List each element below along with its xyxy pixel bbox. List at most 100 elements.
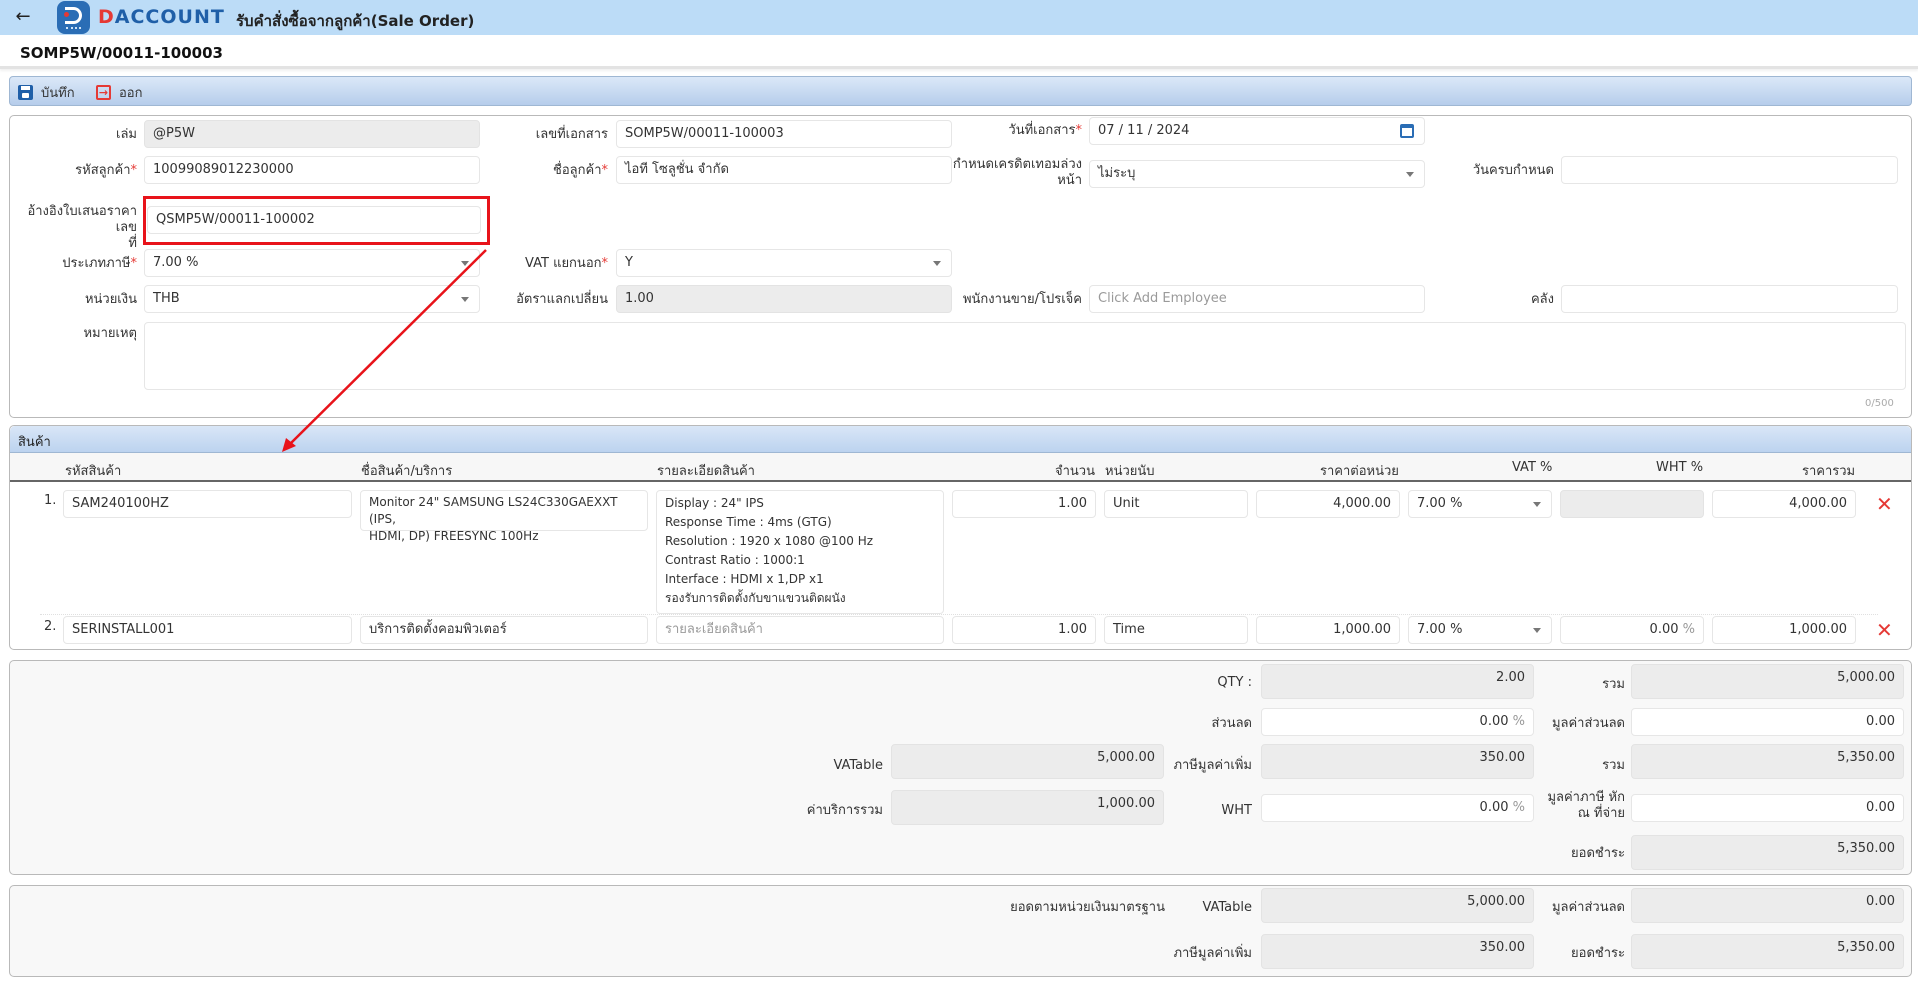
- customer-name-field[interactable]: ไอที โซลูชั่น จำกัด: [616, 156, 952, 184]
- warehouse-label: คลัง: [1530, 292, 1554, 307]
- base-net-payable-label: ยอดชำระ: [1571, 946, 1625, 961]
- product-details-field[interactable]: รายละเอียดสินค้า: [656, 616, 944, 644]
- wht-field: [1560, 490, 1704, 518]
- save-button[interactable]: บันทึก: [18, 82, 75, 102]
- products-table-header: รหัสสินค้า ชื่อสินค้า/บริการ รายละเอียดส…: [10, 453, 1911, 482]
- vat-separate-label: VAT แยกนอก*: [525, 256, 608, 271]
- product-details-field[interactable]: Display : 24" IPS Response Time : 4ms (G…: [656, 490, 944, 614]
- back-arrow-icon[interactable]: ←: [12, 6, 34, 28]
- doc-no-label: เลขที่เอกสาร: [535, 127, 608, 142]
- subtotal-label: รวม: [1602, 677, 1625, 692]
- service-total-label: ค่าบริการรวม: [806, 803, 883, 818]
- grand-total-field: 5,350.00: [1631, 744, 1904, 779]
- base-currency-title: ยอดตามหน่วยเงินมาตรฐาน: [1010, 900, 1165, 915]
- due-date-field[interactable]: [1561, 156, 1898, 184]
- app-header: ← DACCOUNT รับคำสั่งซื้อจากลูกค้า(Sale O…: [0, 0, 1918, 35]
- product-name-field[interactable]: บริการติดตั้งคอมพิวเตอร์: [360, 616, 648, 644]
- col-header-wht: WHT %: [1656, 460, 1704, 475]
- save-label: บันทึก: [41, 85, 75, 101]
- base-vat-amount-field: 350.00: [1261, 934, 1534, 969]
- credit-term-value: ไม่ระบุ: [1098, 166, 1136, 181]
- col-header-name: ชื่อสินค้า/บริการ: [361, 464, 453, 479]
- note-char-counter: 0/500: [1865, 398, 1894, 409]
- qty-field[interactable]: 1.00: [952, 616, 1096, 644]
- document-title-bar: SOMP5W/00011-100003: [0, 35, 1918, 69]
- chevron-down-icon: [1406, 172, 1414, 177]
- net-payable-field: 5,350.00: [1631, 835, 1904, 870]
- tax-type-select[interactable]: 7.00 %: [144, 249, 480, 277]
- save-disk-icon: [18, 84, 33, 100]
- line-total-field[interactable]: 4,000.00: [1712, 490, 1856, 518]
- page-heading: รับคำสั่งซื้อจากลูกค้า(Sale Order): [236, 12, 475, 30]
- products-section-header: สินค้า: [10, 426, 1911, 453]
- row-divider: [40, 614, 1878, 615]
- product-code-field[interactable]: SAM240100HZ: [63, 490, 352, 518]
- col-header-unit: หน่วยนับ: [1105, 464, 1155, 479]
- delete-row-icon[interactable]: ✕: [1876, 494, 1893, 514]
- doc-date-field[interactable]: 07 / 11 / 2024: [1089, 117, 1425, 145]
- unit-price-field[interactable]: 4,000.00: [1256, 490, 1400, 518]
- note-textarea[interactable]: [144, 322, 1906, 390]
- base-vatable-label: VATable: [1202, 900, 1252, 915]
- book-label: เล่ม: [116, 127, 137, 142]
- customer-code-label: รหัสลูกค้า*: [75, 163, 137, 178]
- discount-amount-field[interactable]: 0.00: [1631, 708, 1904, 736]
- document-title: SOMP5W/00011-100003: [20, 44, 223, 62]
- row-number: 2.: [44, 619, 57, 634]
- annotation-highlight-box: [143, 196, 490, 245]
- vat-separate-select[interactable]: Y: [616, 249, 952, 277]
- qty-field[interactable]: 1.00: [952, 490, 1096, 518]
- salesperson-label: พนักงานขาย/โปรเจ็ค: [962, 292, 1082, 307]
- brand-prefix: D: [98, 6, 115, 28]
- doc-no-field[interactable]: SOMP5W/00011-100003: [616, 120, 952, 148]
- unit-field[interactable]: Time: [1104, 616, 1248, 644]
- warehouse-field[interactable]: [1561, 285, 1898, 313]
- col-header-code: รหัสสินค้า: [65, 464, 122, 479]
- wht-field[interactable]: 0.00 %: [1560, 616, 1704, 644]
- vat-select[interactable]: 7.00 %: [1408, 490, 1552, 518]
- net-payable-label: ยอดชำระ: [1571, 846, 1625, 861]
- col-header-qty: จำนวน: [1055, 464, 1095, 479]
- salesperson-field[interactable]: Click Add Employee: [1089, 285, 1425, 313]
- brand-name: DACCOUNT: [98, 6, 225, 28]
- credit-term-label: กำหนดเครดิตเทอมล่วง หน้า: [952, 157, 1082, 188]
- vatable-label: VATable: [833, 758, 883, 773]
- calendar-icon[interactable]: [1400, 124, 1414, 138]
- col-header-vat: VAT %: [1512, 460, 1553, 475]
- line-total-field[interactable]: 1,000.00: [1712, 616, 1856, 644]
- product-code-field[interactable]: SERINSTALL001: [63, 616, 352, 644]
- product-name-field[interactable]: Monitor 24" SAMSUNG LS24C330GAEXXT (IPS,…: [360, 490, 648, 543]
- wht-pct-field[interactable]: 0.00 %: [1261, 794, 1534, 822]
- chevron-down-icon: [1533, 502, 1541, 507]
- discount-amount-label: มูลค่าส่วนลด: [1551, 716, 1625, 731]
- base-currency-section: [9, 885, 1912, 977]
- col-header-total: ราคารวม: [1802, 464, 1856, 479]
- unit-field[interactable]: Unit: [1104, 490, 1248, 518]
- exit-button[interactable]: → ออก: [96, 82, 143, 102]
- subtotal-field: 5,000.00: [1631, 664, 1904, 699]
- unit-price-field[interactable]: 1,000.00: [1256, 616, 1400, 644]
- base-vat-amount-label: ภาษีมูลค่าเพิ่ม: [1173, 946, 1252, 961]
- vat-select[interactable]: 7.00 %: [1408, 616, 1552, 644]
- vat-amount-field: 350.00: [1261, 744, 1534, 779]
- currency-select[interactable]: THB: [144, 285, 480, 313]
- discount-pct-field[interactable]: 0.00 %: [1261, 708, 1534, 736]
- delete-row-icon[interactable]: ✕: [1876, 620, 1893, 640]
- row-number: 1.: [44, 493, 57, 508]
- due-date-label: วันครบกำหนด: [1472, 163, 1554, 178]
- customer-name-label: ชื่อลูกค้า*: [553, 163, 608, 178]
- vat-separate-value: Y: [625, 255, 633, 270]
- chevron-down-icon: [461, 297, 469, 302]
- brand-rest: ACCOUNT: [114, 6, 225, 28]
- base-vatable-field: 5,000.00: [1261, 888, 1534, 923]
- note-label: หมายเหตุ: [83, 326, 137, 341]
- customer-code-field[interactable]: 10099089012230000: [144, 156, 480, 184]
- book-field: @P5W: [144, 120, 480, 148]
- currency-label: หน่วยเงิน: [84, 292, 137, 307]
- toolbar: บันทึก → ออก: [9, 76, 1912, 106]
- credit-term-select[interactable]: ไม่ระบุ: [1089, 160, 1425, 188]
- vatable-field: 5,000.00: [891, 744, 1164, 779]
- wht-amount-field[interactable]: 0.00: [1631, 794, 1904, 822]
- exit-label: ออก: [119, 85, 143, 101]
- doc-date-label: วันที่เอกสาร*: [1008, 123, 1082, 138]
